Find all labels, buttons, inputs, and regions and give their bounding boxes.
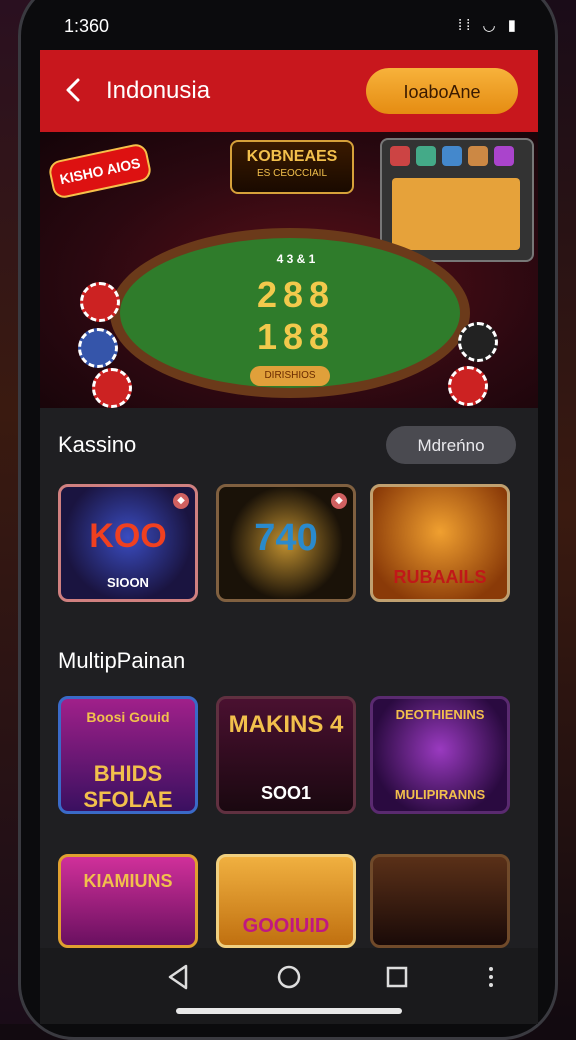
table-numbers-top: 288 bbox=[256, 274, 336, 315]
game-tile-sub: MULIPIRANNS bbox=[394, 787, 486, 802]
header-action-button[interactable]: IoaboAne bbox=[366, 68, 518, 114]
home-indicator[interactable] bbox=[176, 1008, 402, 1014]
hero-logo: KOBNEAES ES CEOCCIAIL bbox=[230, 140, 354, 194]
badge-icon: ◆ bbox=[173, 493, 189, 509]
table-numbers: 288 188 bbox=[216, 274, 376, 364]
more-button[interactable]: Mdreńno bbox=[386, 426, 516, 464]
recents-square-icon[interactable] bbox=[382, 962, 412, 992]
poker-chip-icon bbox=[78, 328, 118, 368]
game-tile[interactable]: KOO SIOON ◆ bbox=[58, 484, 198, 602]
game-tile-sub: SOO1 bbox=[260, 783, 312, 803]
hero-logo-title: KOBNEAES bbox=[246, 148, 338, 165]
casino-table: 288 188 DIRISHIOS 4 3 & 1 bbox=[110, 228, 470, 398]
game-tile-label: 740 bbox=[254, 517, 318, 559]
game-tile-label: GOOIUID bbox=[242, 915, 330, 937]
badge-icon: ◆ bbox=[331, 493, 347, 509]
home-circle-icon[interactable] bbox=[274, 962, 304, 992]
game-tile-label: DEOTHIENINS bbox=[395, 707, 485, 722]
poker-chip-icon bbox=[458, 322, 498, 362]
status-time: 1:360 bbox=[64, 16, 110, 36]
status-bar: 1:360 ⁞⁞ ◡ ▮ bbox=[40, 0, 538, 50]
slot-reels bbox=[392, 178, 520, 250]
section-title-casino: Kassino bbox=[58, 432, 137, 457]
back-triangle-icon[interactable] bbox=[164, 962, 194, 992]
hero-logo-subtitle: ES CEOCCIAIL bbox=[256, 168, 328, 179]
table-numbers-bottom: 188 bbox=[256, 316, 336, 357]
menu-dots-icon[interactable] bbox=[476, 962, 506, 992]
game-tile[interactable]: MAKINS 4 SOO1 bbox=[216, 696, 356, 814]
table-plaque: DIRISHIOS bbox=[250, 366, 330, 386]
phone-screen: 1:360 ⁞⁞ ◡ ▮ Indonusia IoaboAne KISHO AI… bbox=[40, 0, 538, 1024]
content-panel: Kassino Mdreńno KOO SIOON ◆ 740 ◆ RUBAAI… bbox=[40, 408, 538, 948]
game-tile-label: KOO bbox=[89, 517, 167, 555]
table-header: 4 3 & 1 bbox=[276, 252, 316, 266]
game-tile[interactable]: RUBAAILS bbox=[370, 484, 510, 602]
game-tile[interactable]: KIAMIUNS bbox=[58, 854, 198, 948]
game-tile[interactable]: 740 ◆ bbox=[216, 484, 356, 602]
game-tile[interactable] bbox=[370, 854, 510, 948]
promo-tag[interactable]: KISHO AIOS bbox=[47, 142, 153, 200]
game-tile-label: RUBAAILS bbox=[393, 567, 487, 587]
poker-chip-icon bbox=[448, 366, 488, 406]
app-bar: Indonusia IoaboAne bbox=[40, 50, 538, 132]
section-title-multiplayer: MultipPainan bbox=[58, 648, 186, 673]
navigation-bar bbox=[40, 948, 538, 1024]
back-arrow-icon[interactable] bbox=[60, 76, 88, 104]
game-tile-label: Boosi Gouid bbox=[86, 709, 170, 725]
game-tile[interactable]: DEOTHIENINS MULIPIRANNS bbox=[370, 696, 510, 814]
game-tile-label: MAKINS 4 bbox=[228, 711, 344, 738]
poker-chip-icon bbox=[92, 368, 132, 408]
game-tile-sub: BHIDS SFOLAE bbox=[83, 761, 173, 812]
poker-chip-icon bbox=[80, 282, 120, 322]
slot-machine bbox=[380, 138, 534, 262]
game-tile[interactable]: GOOIUID bbox=[216, 854, 356, 948]
page-title: Indonusia bbox=[106, 77, 211, 104]
game-tile-label: KIAMIUNS bbox=[83, 871, 173, 891]
game-tile[interactable]: Boosi Gouid BHIDS SFOLAE bbox=[58, 696, 198, 814]
status-icons: ⁞⁞ ◡ ▮ bbox=[457, 17, 520, 34]
hero-banner[interactable]: KISHO AIOS KOBNEAES ES CEOCCIAIL 288 188… bbox=[40, 132, 538, 408]
game-tile-sub: SIOON bbox=[107, 575, 149, 590]
